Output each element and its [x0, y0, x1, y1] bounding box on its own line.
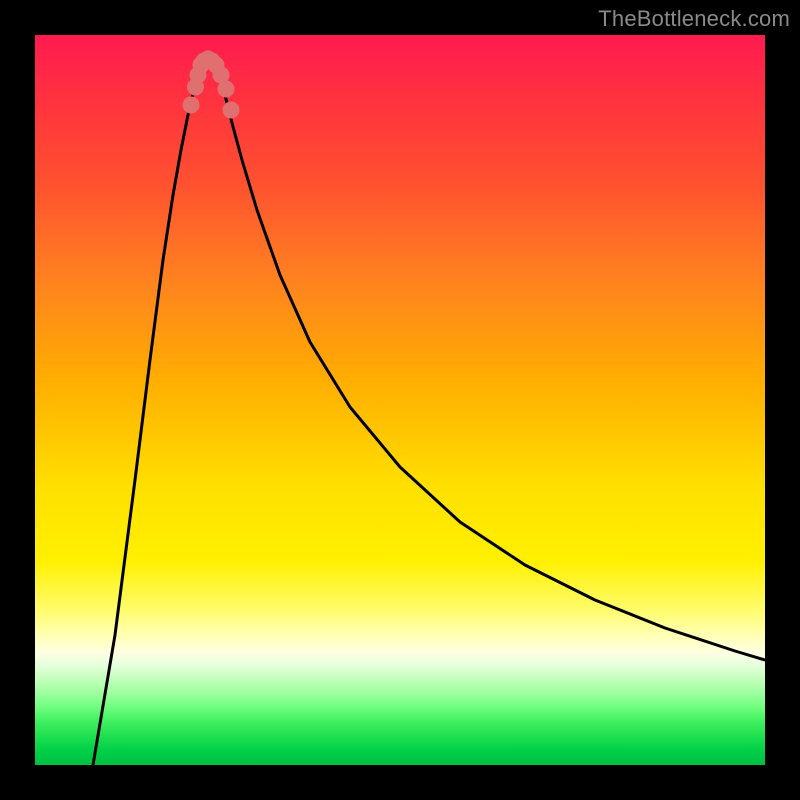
bottleneck-curve [35, 35, 765, 765]
marker-dots [183, 51, 240, 119]
curve-left-branch [93, 75, 198, 765]
watermark-text: TheBottleneck.com [598, 6, 790, 32]
plot-area [35, 35, 765, 765]
curve-right-branch [220, 75, 765, 660]
chart-frame: TheBottleneck.com [0, 0, 800, 800]
